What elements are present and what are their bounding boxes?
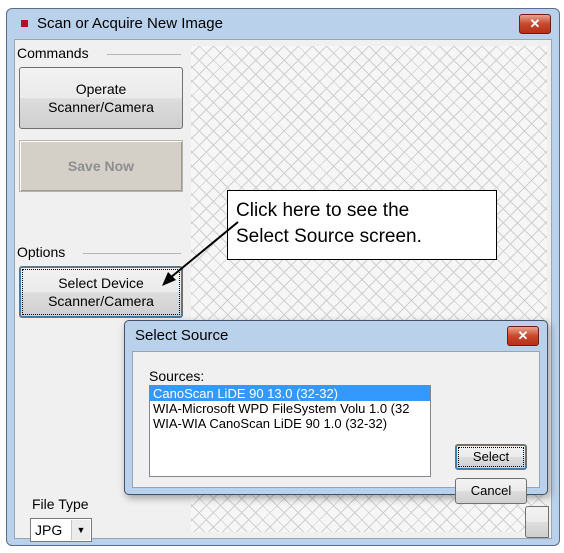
select-device-line1: Select Device bbox=[58, 275, 144, 291]
select-device-button[interactable]: Select Device Scanner/Camera bbox=[19, 266, 183, 318]
save-now-label: Save Now bbox=[67, 158, 135, 174]
dialog-close-button[interactable]: ✕ bbox=[507, 326, 539, 346]
operate-button-line1: Operate bbox=[75, 81, 127, 97]
dialog-client-area: Sources: CanoScan LiDE 90 13.0 (32-32) W… bbox=[132, 351, 540, 504]
select-button-label: Select bbox=[472, 449, 510, 464]
operate-scanner-button[interactable]: Operate Scanner/Camera bbox=[19, 67, 183, 129]
source-item[interactable]: CanoScan LiDE 90 13.0 (32-32) bbox=[150, 386, 430, 401]
options-group-label: Options bbox=[17, 244, 70, 260]
file-type-value: JPG bbox=[35, 522, 63, 538]
dialog-title-bar[interactable]: Select Source ✕ bbox=[125, 321, 547, 351]
save-now-button[interactable]: Save Now bbox=[19, 140, 183, 192]
callout-line2: Select Source screen. bbox=[236, 226, 422, 247]
app-icon bbox=[21, 20, 28, 27]
sources-listbox[interactable]: CanoScan LiDE 90 13.0 (32-32) WIA-Micros… bbox=[149, 385, 431, 477]
file-type-label: File Type bbox=[32, 496, 89, 512]
hidden-button-edge[interactable] bbox=[525, 506, 549, 538]
sources-label: Sources: bbox=[149, 368, 205, 384]
commands-group-label: Commands bbox=[17, 45, 93, 61]
options-divider bbox=[83, 253, 181, 254]
select-device-line2: Scanner/Camera bbox=[48, 293, 154, 309]
select-button[interactable]: Select bbox=[455, 444, 527, 470]
callout-box: Click here to see the Select Source scre… bbox=[227, 190, 497, 260]
title-bar[interactable]: Scan or Acquire New Image ✕ bbox=[7, 9, 559, 39]
cancel-button[interactable]: Cancel bbox=[455, 478, 527, 504]
window-title: Scan or Acquire New Image bbox=[37, 15, 223, 32]
commands-divider bbox=[107, 54, 181, 55]
callout-line1: Click here to see the bbox=[236, 200, 410, 221]
source-item[interactable]: WIA-WIA CanoScan LiDE 90 1.0 (32-32) bbox=[150, 416, 430, 431]
operate-button-line2: Scanner/Camera bbox=[48, 99, 154, 115]
dropdown-arrow-icon[interactable]: ▼ bbox=[71, 520, 90, 540]
cancel-button-label: Cancel bbox=[470, 483, 512, 498]
select-source-dialog: Select Source ✕ Sources: CanoScan LiDE 9… bbox=[124, 320, 548, 504]
close-button[interactable]: ✕ bbox=[519, 14, 551, 34]
file-type-dropdown[interactable]: JPG ▼ bbox=[30, 518, 92, 542]
source-item[interactable]: WIA-Microsoft WPD FileSystem Volu 1.0 (3… bbox=[150, 401, 430, 416]
dialog-title: Select Source bbox=[135, 327, 229, 344]
